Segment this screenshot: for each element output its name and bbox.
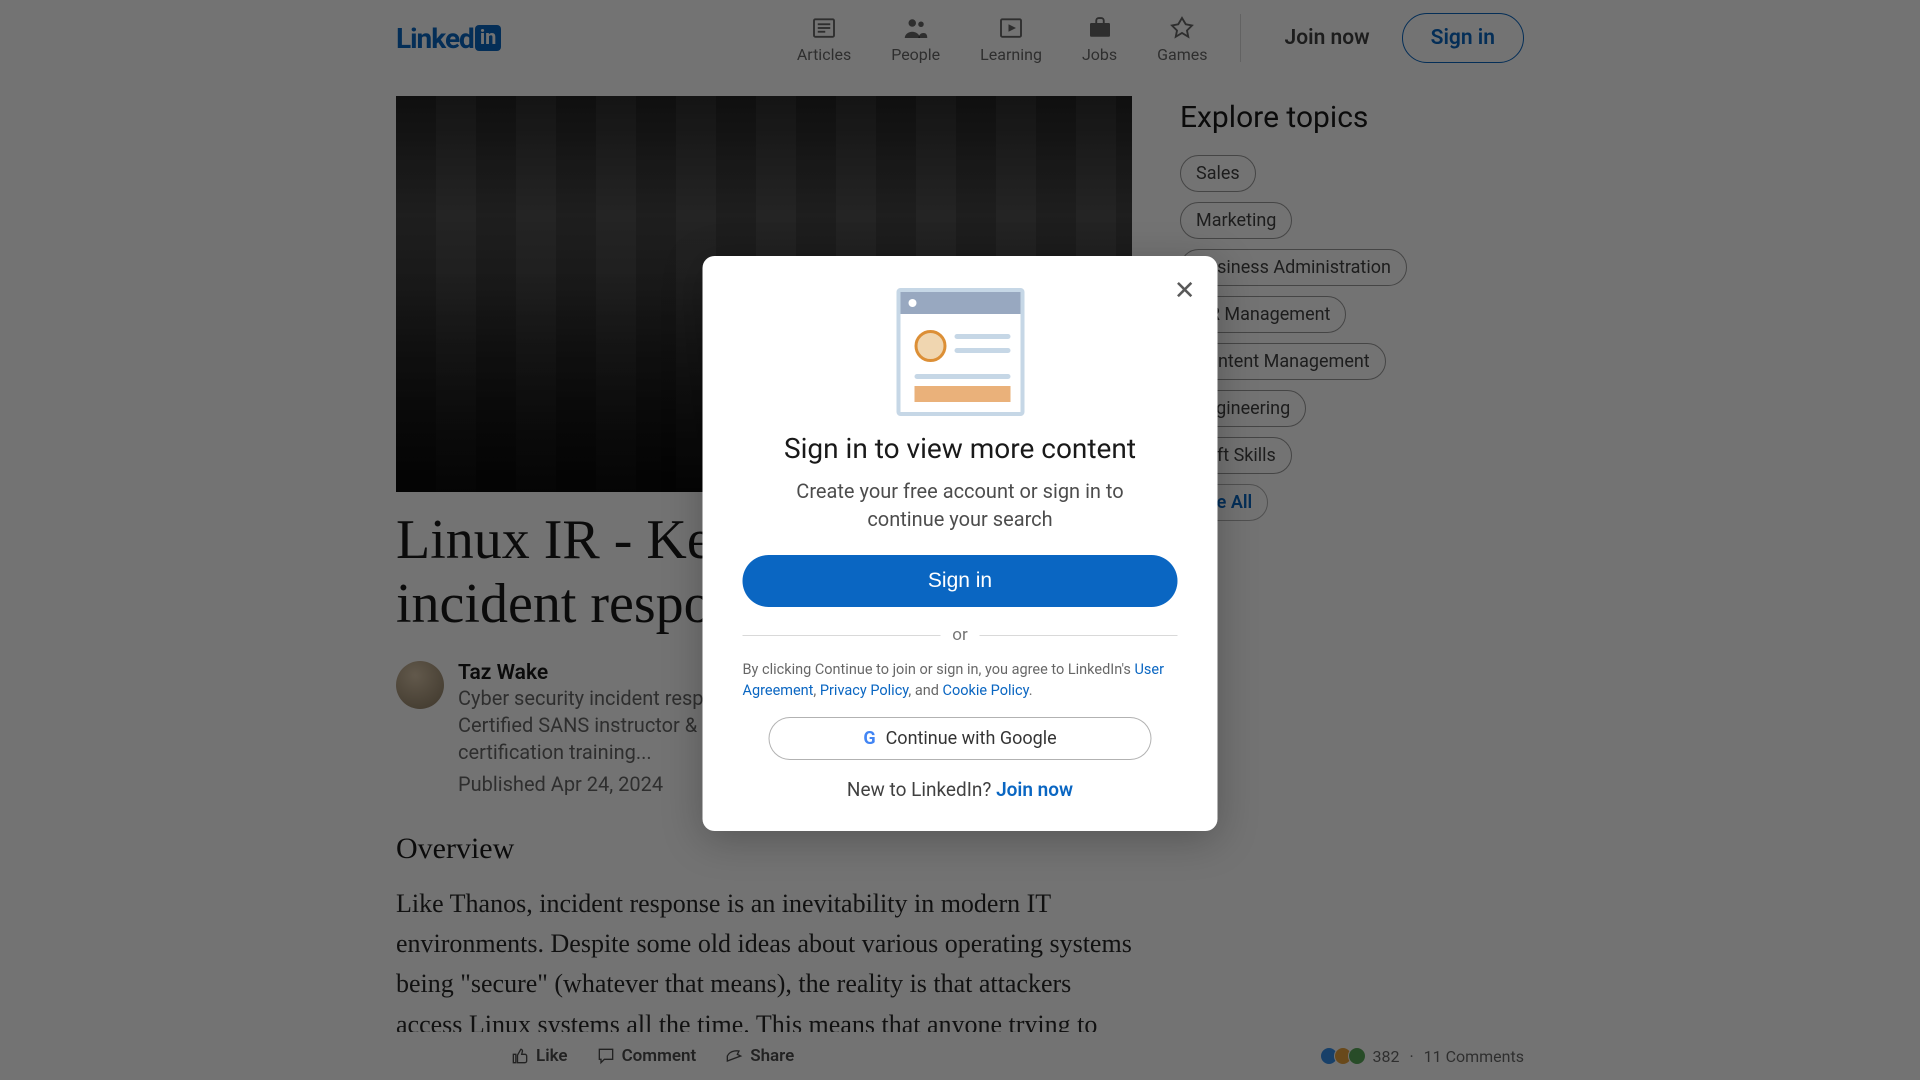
or-label: or — [952, 625, 967, 645]
join-now-link-modal[interactable]: Join now — [996, 778, 1073, 801]
privacy-policy-link[interactable]: Privacy Policy — [820, 682, 909, 699]
legal-prefix: By clicking Continue to join or sign in,… — [743, 661, 1135, 678]
close-icon[interactable]: ✕ — [1174, 278, 1196, 304]
continue-with-google-button[interactable]: G Continue with Google — [769, 717, 1152, 760]
new-to-linkedin: New to LinkedIn? Join now — [743, 778, 1178, 801]
modal-title: Sign in to view more content — [743, 432, 1178, 465]
modal-signin-button[interactable]: Sign in — [743, 555, 1178, 607]
profile-card-illustration — [896, 288, 1024, 416]
google-icon: G — [863, 728, 875, 749]
cookie-policy-link[interactable]: Cookie Policy — [943, 682, 1029, 699]
or-separator: or — [743, 625, 1178, 645]
modal-subtitle: Create your free account or sign in to c… — [743, 477, 1178, 533]
legal-text: By clicking Continue to join or sign in,… — [743, 659, 1178, 701]
signin-modal: ✕ Sign in to view more content Create yo… — [703, 256, 1218, 831]
google-btn-label: Continue with Google — [886, 728, 1057, 749]
